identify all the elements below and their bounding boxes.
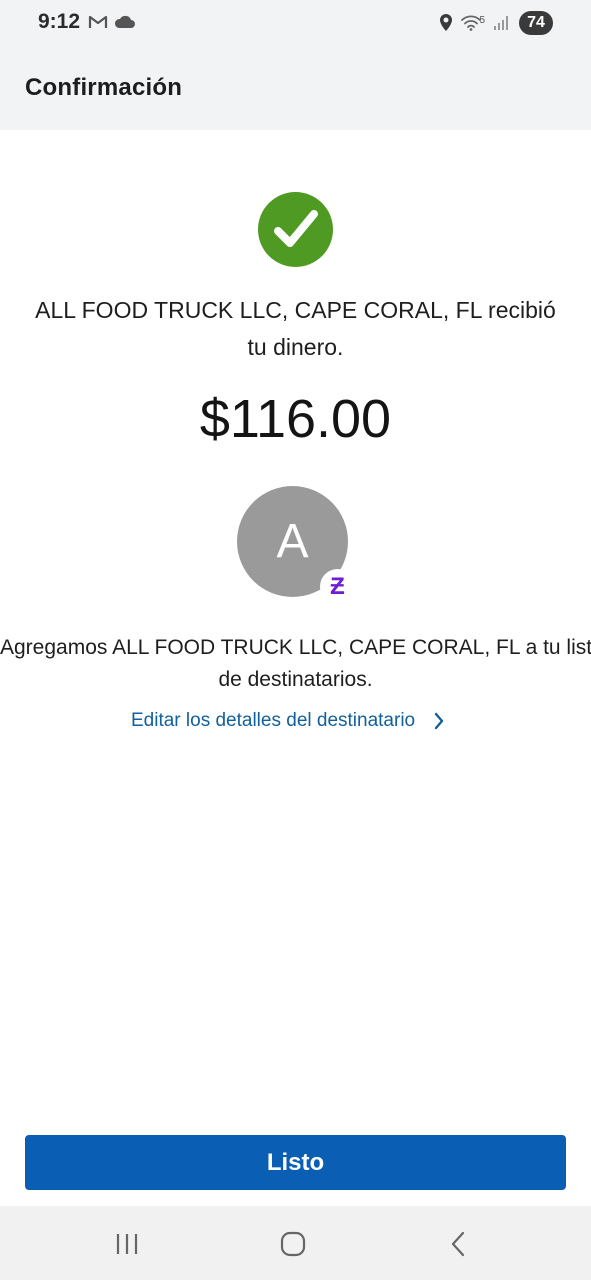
status-left-icons [88,14,136,30]
gmail-icon [88,15,108,28]
success-check-icon [258,192,333,267]
app-header: Confirmación [0,48,591,130]
recent-apps-icon [116,1234,138,1254]
zelle-badge-symbol: Ƶ [330,572,345,600]
recipient-added-message: Agregamos ALL FOOD TRUCK LLC, CAPE CORAL… [0,632,591,696]
done-button[interactable]: Listo [25,1135,566,1190]
confirmation-message-line2: tu dinero. [247,334,344,360]
back-icon [451,1231,465,1257]
chevron-right-icon [434,712,444,730]
status-right-icons: 5 74 [439,11,553,35]
edit-recipient-link-label: Editar los detalles del destinatario [131,710,416,731]
wifi-band-label: 5 [479,15,485,26]
edit-recipient-link[interactable]: Editar los detalles del destinatario [131,710,445,732]
back-button[interactable] [438,1226,478,1262]
home-button[interactable] [273,1226,313,1262]
location-icon [440,14,453,31]
recipient-added-line1: Agregamos ALL FOOD TRUCK LLC, CAPE CORAL… [0,636,591,659]
wifi-icon: 5 [461,15,485,31]
payment-amount: $116.00 [199,389,392,449]
recent-apps-button[interactable] [107,1226,147,1262]
page-title: Confirmación [25,74,183,101]
cloud-icon [114,15,135,28]
status-time: 9:12 [38,10,81,33]
recipient-added-line2: de destinatarios. [218,668,373,691]
status-bar: 9:12 5 74 [0,0,591,48]
home-icon [280,1231,306,1257]
battery-icon: 74 [519,11,553,35]
avatar-initial: A [276,515,309,568]
zelle-badge-icon: Ƶ [320,569,355,604]
confirmation-message: ALL FOOD TRUCK LLC, CAPE CORAL, FL recib… [20,292,571,366]
system-nav-bar [0,1206,591,1280]
signal-icon [494,16,508,30]
confirmation-message-line1: ALL FOOD TRUCK LLC, CAPE CORAL, FL recib… [35,297,556,323]
